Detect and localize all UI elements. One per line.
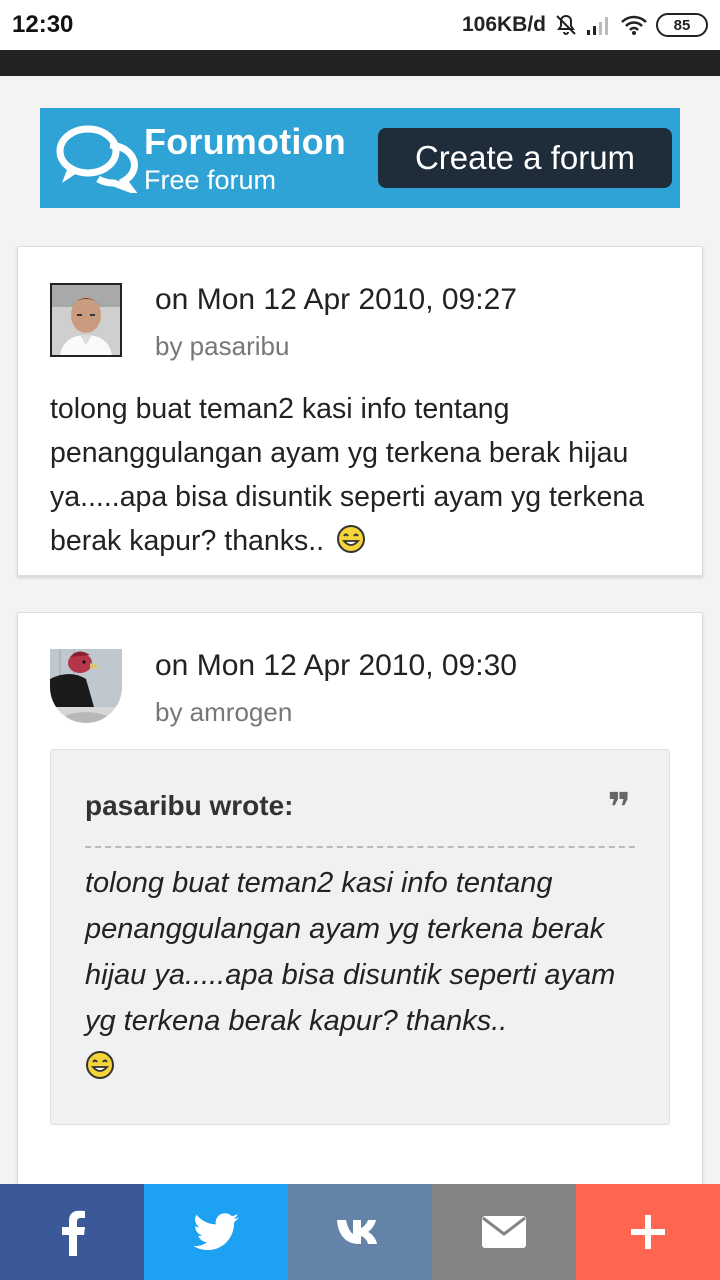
post-body: tolong buat teman2 kasi info tentang pen…	[50, 387, 670, 563]
avatar-rooster-icon	[50, 649, 122, 723]
quote-block: pasaribu wrote: ❞ tolong buat teman2 kas…	[50, 749, 670, 1125]
post-meta: on Mon 12 Apr 2010, 09:27 by pasaribu	[155, 283, 517, 362]
vk-share-button[interactable]	[288, 1184, 432, 1280]
share-bar	[0, 1184, 720, 1280]
mail-icon	[482, 1216, 526, 1248]
wifi-icon	[621, 15, 647, 35]
mail-share-button[interactable]	[432, 1184, 576, 1280]
quote-text: tolong buat teman2 kasi info tentang pen…	[85, 860, 645, 1090]
twitter-share-button[interactable]	[144, 1184, 288, 1280]
avatar[interactable]	[50, 283, 122, 357]
status-bar: 12:30 106KB/d 85	[0, 0, 720, 50]
smiley-icon	[337, 525, 365, 553]
avatar-man-icon	[52, 285, 120, 355]
quote-header: pasaribu wrote:	[85, 790, 294, 821]
smiley-icon	[86, 1051, 114, 1079]
post-card: on Mon 12 Apr 2010, 09:30 by amrogen pas…	[17, 612, 703, 1212]
post-meta: on Mon 12 Apr 2010, 09:30 by amrogen	[155, 649, 517, 728]
avatar[interactable]	[50, 649, 122, 723]
top-dark-bar	[0, 50, 720, 76]
speech-bubbles-icon	[52, 113, 142, 203]
status-time: 12:30	[12, 11, 74, 38]
signal-icon	[587, 17, 608, 35]
more-share-button[interactable]	[576, 1184, 720, 1280]
battery-icon: 85	[656, 13, 708, 37]
vk-icon	[337, 1220, 377, 1244]
facebook-share-button[interactable]	[0, 1184, 144, 1280]
forumotion-banner[interactable]: Forumotion Free forum Create a forum	[40, 108, 680, 208]
mute-bell-icon	[556, 14, 576, 35]
post-date: on Mon 12 Apr 2010, 09:27	[155, 283, 517, 316]
post-author[interactable]: by amrogen	[155, 697, 517, 728]
banner-brand: Forumotion Free forum	[144, 121, 346, 196]
post-date: on Mon 12 Apr 2010, 09:30	[155, 649, 517, 682]
facebook-icon	[62, 1210, 85, 1256]
create-forum-button[interactable]: Create a forum	[378, 128, 672, 188]
post-author[interactable]: by pasaribu	[155, 331, 517, 362]
plus-icon	[631, 1215, 665, 1249]
quote-divider	[85, 846, 635, 848]
battery-level: 85	[656, 13, 708, 37]
quote-mark-icon: ❞	[607, 786, 631, 830]
quote-body: tolong buat teman2 kasi info tentang pen…	[85, 867, 616, 1037]
network-speed: 106KB/d	[461, 13, 546, 36]
brand-subtitle: Free forum	[144, 164, 277, 195]
brand-name: Forumotion	[144, 120, 346, 162]
twitter-icon	[193, 1213, 239, 1251]
status-right: 106KB/d 85	[462, 13, 708, 37]
post-card: on Mon 12 Apr 2010, 09:27 by pasaribu to…	[17, 246, 703, 576]
